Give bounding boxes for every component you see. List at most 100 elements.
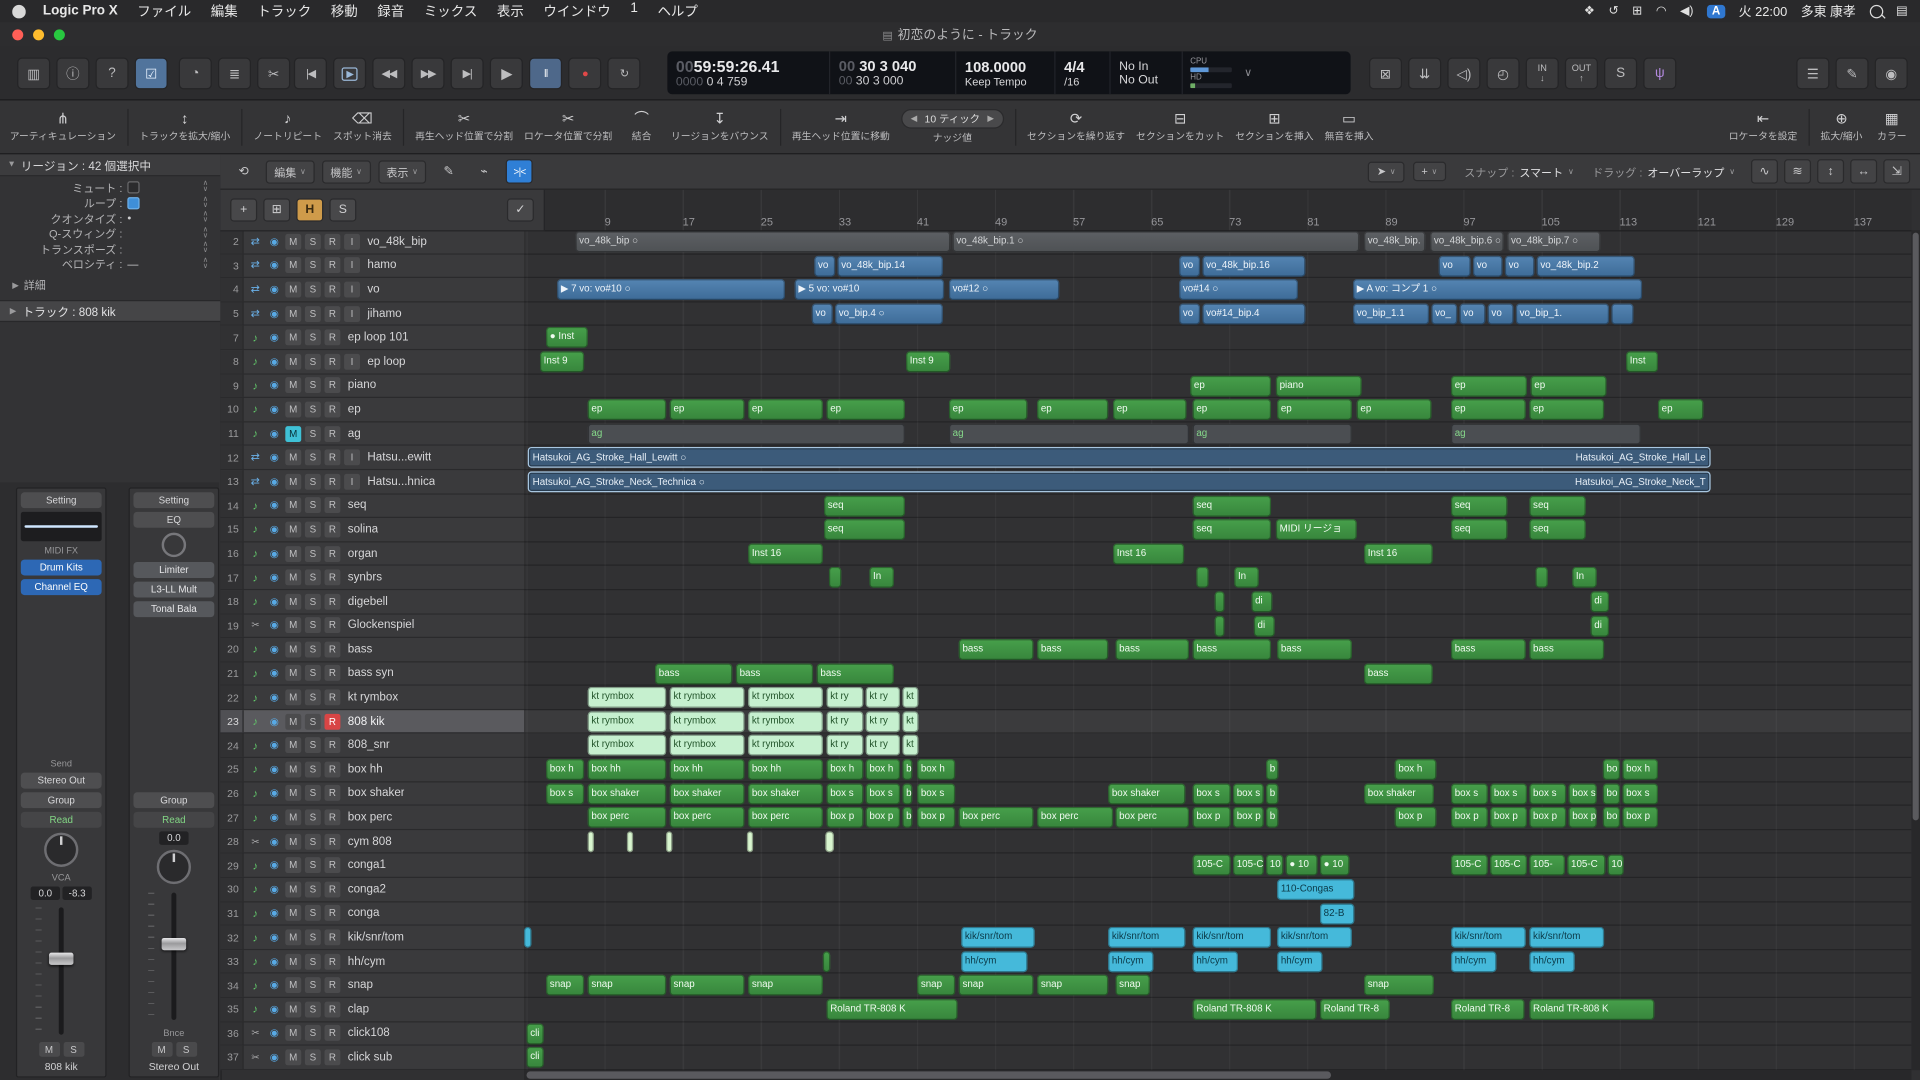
mute-button[interactable]: M: [285, 857, 301, 873]
strip-solo-button[interactable]: S: [176, 1042, 197, 1057]
region[interactable]: di: [1591, 591, 1609, 612]
monitor-speaker-icon[interactable]: ◁): [1447, 58, 1480, 90]
track-lane[interactable]: kt rymboxkt rymboxkt rymboxkt rykt rykt: [524, 734, 1911, 758]
record-enable-button[interactable]: R: [324, 929, 340, 945]
mute-button[interactable]: M: [285, 234, 301, 250]
keyboard-icon[interactable]: ⊞: [1632, 4, 1642, 17]
region[interactable]: box s: [1193, 783, 1231, 804]
mute-button[interactable]: M: [285, 1025, 301, 1041]
region[interactable]: hh/cym: [1108, 951, 1153, 972]
record-enable-button[interactable]: R: [324, 785, 340, 801]
mute-button[interactable]: M: [285, 354, 301, 370]
x-box-icon[interactable]: ⊠: [1369, 58, 1402, 90]
track-power-button[interactable]: ◉: [267, 739, 282, 752]
strip-plugin-button[interactable]: Channel EQ: [21, 579, 102, 595]
input-monitor-button[interactable]: I: [344, 258, 360, 274]
solo-button[interactable]: S: [305, 881, 321, 897]
region[interactable]: [1611, 303, 1633, 324]
bar-ruler[interactable]: 191725334149576573818997105113121129137: [524, 189, 1911, 232]
pencil-tool-icon[interactable]: ✎: [435, 159, 462, 183]
metronome-icon[interactable]: ◴: [1487, 58, 1520, 90]
region[interactable]: bass: [655, 663, 732, 684]
track-power-button[interactable]: ◉: [267, 715, 282, 728]
record-enable-button[interactable]: R: [324, 1025, 340, 1041]
track-power-button[interactable]: ◉: [267, 403, 282, 416]
solo-button[interactable]: S: [305, 929, 321, 945]
region[interactable]: [524, 927, 531, 948]
catch-playhead-button[interactable]: >|<: [506, 159, 533, 183]
region[interactable]: 82-B: [1320, 903, 1354, 924]
region[interactable]: ep: [1529, 399, 1604, 420]
menubar-item[interactable]: ファイル: [137, 1, 191, 21]
region[interactable]: ep: [949, 399, 1027, 420]
track-power-button[interactable]: ◉: [267, 811, 282, 824]
solo-button[interactable]: S: [305, 857, 321, 873]
track-power-button[interactable]: ◉: [267, 955, 282, 968]
record-enable-button[interactable]: R: [324, 258, 340, 274]
region[interactable]: kt rymbox: [588, 687, 666, 708]
region[interactable]: 105-C: [1490, 855, 1527, 876]
region[interactable]: box h: [1622, 759, 1658, 780]
record-enable-button[interactable]: R: [324, 641, 340, 657]
region-parameter-row[interactable]: クオンタイズ :•∧∨: [0, 211, 216, 226]
region[interactable]: box perc: [748, 807, 823, 828]
region[interactable]: kt ry: [866, 711, 900, 732]
track-power-button[interactable]: ◉: [267, 1003, 282, 1016]
arrange-area[interactable]: vo_48k_bip ○vo_48k_bip.1 ○vo_48k_bip.vo_…: [524, 230, 1911, 1070]
solo-button[interactable]: S: [305, 402, 321, 418]
nudge-button[interactable]: ◀10 ティック▶ナッジ値: [901, 109, 1004, 145]
solo-button[interactable]: S: [305, 498, 321, 514]
region[interactable]: box h: [866, 759, 900, 780]
mute-button[interactable]: M: [285, 881, 301, 897]
mute-button[interactable]: M: [285, 833, 301, 849]
region[interactable]: vo_: [1431, 303, 1457, 324]
zoom-h-icon[interactable]: ↔: [1850, 159, 1877, 183]
track-lane[interactable]: bassbassbassbass: [524, 662, 1911, 686]
region[interactable]: vo: [1179, 255, 1200, 276]
master-solo-button[interactable]: S: [329, 198, 356, 221]
region[interactable]: box hh: [748, 759, 823, 780]
solo-button[interactable]: S: [305, 522, 321, 538]
region[interactable]: b: [902, 807, 912, 828]
region-inspector-header[interactable]: ▼ リージョン : 42 個選択中: [0, 154, 220, 176]
region[interactable]: ep: [1451, 375, 1527, 396]
input-monitor-button[interactable]: I: [344, 474, 360, 490]
articulation-button[interactable]: ⋔アーティキュレーション: [10, 110, 116, 143]
track-power-button[interactable]: ◉: [267, 379, 282, 392]
track-lane[interactable]: vovo_bip.4 ○vovo#14_bip.4vo_bip_1.1vo_vo…: [524, 302, 1911, 326]
menubar-item[interactable]: ウインドウ: [543, 1, 610, 21]
low-latency-icon[interactable]: ⇊: [1408, 58, 1441, 90]
region[interactable]: box s: [1451, 783, 1488, 804]
input-monitor-button[interactable]: I: [344, 282, 360, 298]
lcd-display[interactable]: 0059:59:26.41 0000 0 4 759 00 30 3 040 0…: [667, 51, 1350, 94]
zoom-fit-icon[interactable]: ≋: [1784, 159, 1811, 183]
list-icon[interactable]: ☰: [1796, 58, 1829, 90]
stepper-icon[interactable]: ∧∨: [203, 227, 208, 239]
region[interactable]: kik/snr/tom: [1108, 927, 1185, 948]
track-row[interactable]: 31♪◉MSRconga: [220, 902, 524, 926]
region[interactable]: kt: [902, 687, 918, 708]
region[interactable]: kt rymbox: [588, 735, 666, 756]
region[interactable]: seq: [1451, 495, 1507, 516]
menubar-clock[interactable]: 火 22:00: [1739, 2, 1788, 20]
tuner-icon[interactable]: ψ: [1643, 58, 1676, 90]
region[interactable]: box p: [1451, 807, 1488, 828]
library-icon[interactable]: ▥: [17, 58, 50, 90]
region[interactable]: ● Inst: [546, 327, 588, 348]
output-icon[interactable]: OUT↑: [1565, 58, 1598, 90]
region[interactable]: 10: [1608, 855, 1624, 876]
region[interactable]: vo#12 ○: [949, 279, 1059, 300]
volume-fader[interactable]: [26, 905, 97, 1037]
track-lane[interactable]: hh/cymhh/cymhh/cymhh/cymhh/cymhh/cym: [524, 950, 1911, 974]
region[interactable]: bass: [1364, 663, 1433, 684]
pan-knob[interactable]: [157, 850, 191, 884]
region[interactable]: ep: [827, 399, 905, 420]
region[interactable]: Roland TR-8: [1451, 999, 1524, 1020]
region[interactable]: [825, 831, 834, 852]
region[interactable]: box h: [827, 759, 864, 780]
solo-button[interactable]: S: [305, 737, 321, 753]
track-row[interactable]: 33♪◉MSRhh/cym: [220, 950, 524, 974]
region[interactable]: hh/cym: [1529, 951, 1574, 972]
region[interactable]: vo_48k_bip.7 ○: [1507, 231, 1600, 252]
track-lane[interactable]: cli: [524, 1022, 1911, 1046]
